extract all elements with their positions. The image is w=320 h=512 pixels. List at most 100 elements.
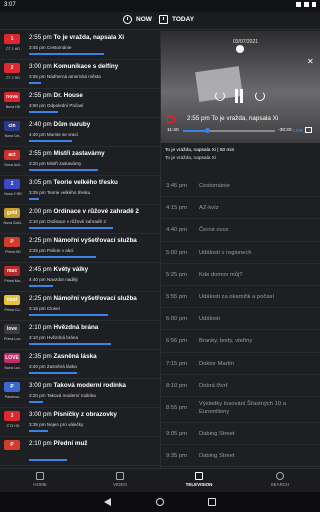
- schedule-time: 3:45 pm: [166, 183, 187, 189]
- next-program-time: 3:10 pm: [29, 219, 46, 224]
- channel-logo: P: [4, 382, 20, 392]
- channel-row[interactable]: max Prima Ma.. 2:45 pm Květy války 4:40 pm …: [0, 263, 160, 292]
- channel-row[interactable]: 1 ČT 1 HD 2:55 pm To je vražda, napsala Xi…: [0, 31, 160, 60]
- program-name: Taková moderní rodinka: [53, 382, 126, 389]
- home-circle-icon[interactable]: [156, 498, 164, 506]
- channel-row[interactable]: P Prima HD 2:25 pm Námořní vyšetřovací slu…: [0, 234, 160, 263]
- schedule-time: 5:00 pm: [166, 249, 187, 256]
- channel-name: Nova HD: [5, 105, 21, 109]
- channel-logo: 1: [4, 34, 20, 44]
- channel-name: Nova 2 HD: [4, 192, 22, 196]
- nav-label: SEARCH: [270, 482, 290, 487]
- fullscreen-icon[interactable]: [305, 127, 312, 133]
- program-title: 2:40 pm Dům naruby: [29, 121, 157, 128]
- program-name: Písničky z obrazovky: [53, 411, 117, 418]
- program-progress: [29, 82, 41, 84]
- video-player[interactable]: 03/07/2021 ✕ 2:55 pm To je vražda, napsa…: [161, 31, 320, 143]
- channel-logo: P: [4, 237, 20, 247]
- schedule-list[interactable]: 3:45 pm Cestománie 4:15 pm AZ-kvíz 4:40 pm Če…: [161, 175, 320, 468]
- program-progress: [29, 401, 43, 403]
- program-title: 2:25 pm Námořní vyšetřovací služba: [29, 295, 157, 302]
- back-icon[interactable]: [104, 498, 111, 506]
- channel-row[interactable]: LOVE Nova Lov.. 2:35 pm Zasněná láska 3:40 …: [0, 350, 160, 379]
- channel-name: Nova Cin..: [4, 134, 22, 138]
- program-title: 3:00 pm Písničky z obrazovky: [29, 411, 157, 418]
- schedule-row[interactable]: 3:45 pm Cestománie: [161, 175, 320, 198]
- video-icon: [116, 472, 124, 480]
- channel-row[interactable]: cool Prima Co.. 2:25 pm Námořní vyšetřovac…: [0, 292, 160, 321]
- forward-icon[interactable]: [255, 91, 265, 101]
- channel-row[interactable]: 2 Nova 2 HD 3:05 pm Teorie velkého třesku 3…: [0, 176, 160, 205]
- next-program-name: Hvězdná brána: [46, 335, 79, 340]
- rewind-icon[interactable]: [215, 91, 225, 101]
- next-program: 3:50 pm Odpolední Počasí: [29, 103, 83, 108]
- next-program: 3:35 pm Nejen pro válečky: [29, 422, 83, 427]
- next-program-name: Mumie se vrací: [46, 132, 79, 137]
- schedule-time: 6:00 pm: [166, 316, 187, 323]
- program-progress: [29, 314, 108, 316]
- television-icon: [195, 472, 203, 480]
- schedule-name: Cestománie: [199, 183, 230, 189]
- schedule-row[interactable]: 4:40 pm Černé ovce: [161, 219, 320, 242]
- schedule-row[interactable]: 5:55 pm Události za okamžik a počasí: [161, 286, 320, 309]
- schedule-row[interactable]: 8:10 pm Dobrá čtvrť: [161, 375, 320, 397]
- schedule-row[interactable]: 4:15 pm AZ-kvíz: [161, 197, 320, 220]
- program-progress: [29, 111, 58, 113]
- channel-row[interactable]: P Paramou.. 3:00 pm Taková moderní rodinka…: [0, 379, 160, 408]
- schedule-row[interactable]: 6:56 pm Branky, body, vteřiny: [161, 330, 320, 353]
- recents-icon[interactable]: [208, 498, 216, 506]
- close-icon[interactable]: ✕: [307, 57, 314, 66]
- schedule-row[interactable]: 7:15 pm Doktor Martin: [161, 353, 320, 375]
- channel-logo: 3: [4, 411, 20, 421]
- schedule-row[interactable]: 9:05 pm Dabing Street: [161, 423, 320, 446]
- channel-row[interactable]: 2 ČT 2 HD 3:00 pm Komunikace s delfíny 3:55…: [0, 60, 160, 89]
- schedule-time: 8:55 pm: [166, 405, 187, 411]
- nav-video[interactable]: VIDEO: [100, 472, 140, 487]
- channel-row[interactable]: P 2:10 pm Přední muž: [0, 437, 160, 466]
- channel-row[interactable]: gold Nova Gold.. 2:00 pm Ordinace v růžové…: [0, 205, 160, 234]
- channel-logo: P: [4, 440, 20, 450]
- schedule-row[interactable]: 5:00 pm Události v regionech: [161, 242, 320, 264]
- next-program: 3:10 pm Ordinace v růžové zahradě 2: [29, 219, 106, 224]
- channel-row[interactable]: act Nova Acti.. 2:55 pm Mistři zastavárny 3…: [0, 147, 160, 176]
- channel-list[interactable]: 1 ČT 1 HD 2:55 pm To je vražda, napsala Xi…: [0, 31, 160, 468]
- next-program-name: Odpolední Počasí: [46, 103, 84, 108]
- wifi-icon: [296, 2, 301, 7]
- home-icon: [36, 472, 44, 480]
- schedule-row[interactable]: 9:35 pm Dabing Street: [161, 445, 320, 468]
- schedule-time: 4:15 pm: [166, 205, 187, 212]
- program-time: 2:40 pm: [29, 121, 52, 128]
- schedule-row[interactable]: 5:25 pm Kde domov můj?: [161, 264, 320, 286]
- program-title: 2:25 pm Námořní vyšetřovací služba: [29, 237, 157, 244]
- program-title: 2:55 pm Mistři zastavárny: [29, 150, 157, 157]
- schedule-name: Události: [199, 316, 220, 323]
- live-badge[interactable]: LIVE: [293, 128, 303, 133]
- nav-home[interactable]: HOME: [20, 472, 60, 487]
- schedule-time: 9:35 pm: [166, 453, 187, 460]
- schedule-row[interactable]: 6:00 pm Události: [161, 308, 320, 331]
- seek-knob[interactable]: [205, 128, 210, 133]
- bottom-navigation: HOME VIDEO TELEVISION SEARCH: [0, 468, 320, 492]
- schedule-row[interactable]: 8:55 pm Výsledky losování Šťastných 10 a …: [161, 397, 320, 423]
- nav-search[interactable]: SEARCH: [260, 472, 300, 487]
- next-program: 3:15 pm Closer: [29, 306, 60, 311]
- next-program-time: 4:40 pm: [29, 277, 46, 282]
- nav-television[interactable]: TELEVISION: [179, 472, 219, 487]
- channel-logo: love: [4, 324, 20, 334]
- tab-today[interactable]: TODAY: [159, 15, 194, 24]
- channel-row[interactable]: 3 ČT3 HD 3:00 pm Písničky z obrazovky 3:35 …: [0, 408, 160, 437]
- drag-handle[interactable]: [236, 45, 244, 53]
- channel-row[interactable]: cin Nova Cin.. 2:40 pm Dům naruby 4:40 pm M…: [0, 118, 160, 147]
- program-name: Přední muž: [53, 440, 88, 447]
- pause-icon[interactable]: [233, 89, 245, 103]
- schedule-name: Události v regionech: [199, 249, 252, 256]
- program-time: 2:45 pm: [29, 266, 52, 273]
- next-program: 4:40 pm Mumie se vrací: [29, 132, 78, 137]
- seek-progress: [183, 130, 207, 132]
- channel-row[interactable]: love Prima Lov.. 2:10 pm Hvězdná brána 3:10…: [0, 321, 160, 350]
- channel-row[interactable]: nova Nova HD 2:55 pm Dr. House 3:50 pm Odpo…: [0, 89, 160, 118]
- program-info-subtitle: To je vražda, napsala Xi: [165, 156, 216, 161]
- schedule-time: 7:15 pm: [166, 360, 187, 367]
- tab-now[interactable]: NOW: [123, 15, 152, 24]
- status-icons: [296, 2, 316, 7]
